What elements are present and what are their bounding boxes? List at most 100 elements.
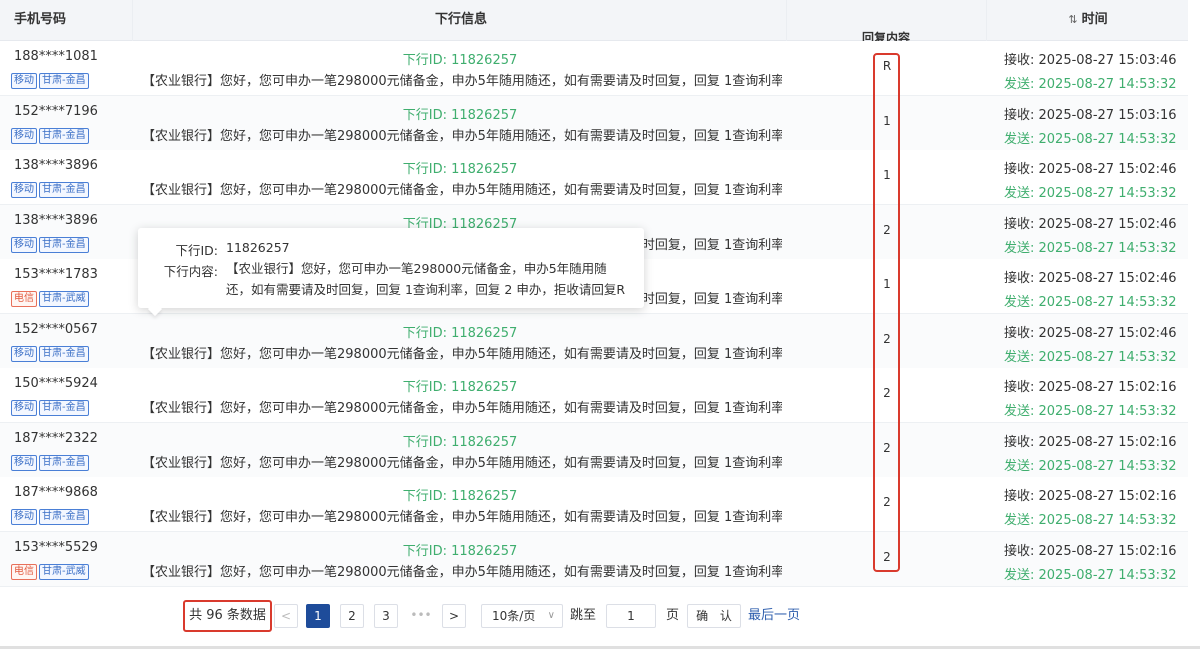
receive-time: 接收: 2025-08-27 15:02:16 xyxy=(1004,434,1177,450)
message-text[interactable]: 【农业银行】您好，您可申办一笔298000元储备金，申办5年随用随还，如有需要请… xyxy=(142,561,782,580)
table-row[interactable]: 150****5924 移动 甘肃-金昌 下行ID: 11826257 【农业银行】您好… xyxy=(0,368,1188,423)
tooltip-content-value: 【农业银行】您好，您可申办一笔298000元储备金，申办5年随用随还，如有需要请… xyxy=(226,261,626,297)
message-id: 下行ID: 11826257 xyxy=(402,325,518,341)
carrier-tag: 移动 xyxy=(11,400,37,416)
receive-time: 接收: 2025-08-27 15:02:46 xyxy=(1004,325,1177,341)
jump-page-input[interactable]: 1 xyxy=(606,604,656,628)
phone-number: 152****7196 xyxy=(14,103,98,119)
region-tag: 甘肃-金昌 xyxy=(39,345,89,362)
tooltip-id-label: 下行ID: xyxy=(175,243,218,258)
message-text[interactable]: 【农业银行】您好，您可申办一笔298000元储备金，申办5年随用随还，如有需要请… xyxy=(142,179,782,198)
chevron-down-icon: ∨ xyxy=(547,610,555,621)
send-time: 发送: 2025-08-27 14:53:32 xyxy=(1004,349,1177,365)
send-time: 发送: 2025-08-27 14:53:32 xyxy=(1004,458,1177,474)
sort-icon[interactable]: ⇅ xyxy=(1068,13,1077,26)
message-id: 下行ID: 11826257 xyxy=(402,162,518,177)
receive-time: 接收: 2025-08-27 15:02:16 xyxy=(1004,489,1177,504)
message-id: 下行ID: 11826257 xyxy=(402,53,518,68)
carrier-tag: 移动 xyxy=(11,127,37,144)
page-size-value: 10条/页 xyxy=(492,609,536,623)
send-time: 发送: 2025-08-27 14:53:32 xyxy=(1004,131,1177,147)
send-time: 发送: 2025-08-27 14:53:32 xyxy=(1004,513,1177,528)
message-id: 下行ID: 11826257 xyxy=(402,380,518,395)
total-count: 共 96 条数据 xyxy=(183,600,272,632)
tag-group: 移动 甘肃-金昌 xyxy=(11,395,91,416)
next-page-button[interactable]: > xyxy=(442,604,466,628)
jump-label: 跳至 xyxy=(570,608,597,623)
carrier-tag: 电信 xyxy=(11,563,37,580)
send-time: 发送: 2025-08-27 14:53:32 xyxy=(1004,186,1177,201)
message-text[interactable]: 【农业银行】您好，您可申办一笔298000元储备金，申办5年随用随还，如有需要请… xyxy=(142,125,782,144)
tooltip-content-label: 下行内容: xyxy=(163,264,218,279)
confirm-button[interactable]: 确 认 xyxy=(687,604,741,628)
carrier-tag: 移动 xyxy=(11,509,37,525)
region-tag: 甘肃-金昌 xyxy=(39,127,89,144)
region-tag: 甘肃-金昌 xyxy=(39,73,89,89)
message-id: 下行ID: 11826257 xyxy=(402,107,518,123)
carrier-tag: 移动 xyxy=(11,182,37,198)
page-size-select[interactable]: 10条/页 ∨ xyxy=(481,604,563,628)
region-tag: 甘肃-武威 xyxy=(39,291,89,307)
prev-page-button[interactable]: < xyxy=(274,604,298,628)
page-ellipsis[interactable]: ••• xyxy=(408,604,434,628)
tag-group: 移动 甘肃-金昌 xyxy=(11,450,91,471)
table-row[interactable]: 138****3896 移动甘肃-金昌 下行ID: 11826257 【农业银行】您好… xyxy=(0,150,1188,205)
table-row[interactable]: 187****9868 移动 甘肃-金昌 下行ID: 11826257 【农业银行】您好… xyxy=(0,477,1188,532)
receive-time: 接收: 2025-08-27 15:02:16 xyxy=(1004,380,1177,395)
message-text[interactable]: 【农业银行】您好，您可申办一笔298000元储备金，申办5年随用随还，如有需要请… xyxy=(142,506,782,525)
page-button-3[interactable]: 3 xyxy=(374,604,398,628)
table-row[interactable]: 152****7196 移动 甘肃-金昌 下行ID: 11826257 【农业银行】您好… xyxy=(0,95,1188,151)
receive-time: 接收: 2025-08-27 15:02:46 xyxy=(1004,271,1177,286)
region-tag: 甘肃-金昌 xyxy=(39,182,89,198)
message-tooltip: 下行ID: 11826257 下行内容: 【农业银行】您好，您可申办一笔2980… xyxy=(138,228,644,317)
table-row[interactable]: 152****0567 移动 甘肃-金昌 下行ID: 11826257 【农业银行】您好… xyxy=(0,313,1188,369)
table-header: 手机号码 下行信息 回复内容 ⇅ 时间 xyxy=(0,0,1188,45)
phone-number: 187****2322 xyxy=(14,430,98,446)
send-time: 发送: 2025-08-27 14:53:32 xyxy=(1004,240,1177,256)
tag-group: 移动 甘肃-金昌 xyxy=(11,341,91,362)
region-tag: 甘肃-武威 xyxy=(39,563,89,580)
table-row[interactable]: 187****2322 移动 甘肃-金昌 下行ID: 11826257 【农业银行】您好… xyxy=(0,422,1188,478)
tag-group: 移动 甘肃-金昌 xyxy=(11,232,91,253)
tag-group: 移动 甘肃-金昌 xyxy=(11,177,91,198)
phone-number: 187****9868 xyxy=(14,485,98,500)
carrier-tag: 移动 xyxy=(11,236,37,253)
header-time-label: 时间 xyxy=(1081,12,1108,27)
phone-number: 138****3896 xyxy=(14,212,98,228)
carrier-tag: 电信 xyxy=(11,291,37,307)
phone-number: 138****3896 xyxy=(14,158,98,173)
message-id: 下行ID: 11826257 xyxy=(402,489,518,504)
message-text[interactable]: 【农业银行】您好，您可申办一笔298000元储备金，申办5年随用随还，如有需要请… xyxy=(142,343,782,362)
pagination: 共 96 条数据 < 1 2 3 ••• > 10条/页 ∨ 跳至 1 页 确 … xyxy=(0,600,1200,634)
tag-group: 移动 甘肃-金昌 xyxy=(11,68,91,89)
reply-highlight-box xyxy=(873,53,900,572)
receive-time: 接收: 2025-08-27 15:02:16 xyxy=(1004,543,1177,559)
phone-number: 152****0567 xyxy=(14,321,98,337)
message-text[interactable]: 【农业银行】您好，您可申办一笔298000元储备金，申办5年随用随还，如有需要请… xyxy=(142,397,782,416)
last-page-link[interactable]: 最后一页 xyxy=(748,604,800,628)
region-tag: 甘肃-金昌 xyxy=(39,400,89,416)
tag-group: 移动 甘肃-金昌 xyxy=(11,504,91,525)
header-time[interactable]: ⇅ 时间 xyxy=(1000,0,1176,40)
page-button-1[interactable]: 1 xyxy=(306,604,330,628)
send-time: 发送: 2025-08-27 14:53:32 xyxy=(1004,295,1177,310)
header-message: 下行信息 xyxy=(434,12,487,27)
phone-number: 150****5924 xyxy=(14,376,98,391)
send-time: 发送: 2025-08-27 14:53:32 xyxy=(1004,404,1177,419)
region-tag: 甘肃-金昌 xyxy=(39,509,89,525)
phone-number: 188****1081 xyxy=(14,49,98,64)
page-button-2[interactable]: 2 xyxy=(340,604,364,628)
receive-time: 接收: 2025-08-27 15:02:46 xyxy=(1004,162,1177,177)
message-text[interactable]: 【农业银行】您好，您可申办一笔298000元储备金，申办5年随用随还，如有需要请… xyxy=(142,70,782,89)
tag-group: 移动 甘肃-金昌 xyxy=(11,123,91,144)
message-id: 下行ID: 11826257 xyxy=(402,543,518,559)
region-tag: 甘肃-金昌 xyxy=(39,236,89,253)
receive-time: 接收: 2025-08-27 15:03:46 xyxy=(1004,53,1177,68)
table-row[interactable]: 153****5529 电信 甘肃-武威 下行ID: 11826257 【农业银行】您好… xyxy=(0,531,1188,587)
message-id: 下行ID: 11826257 xyxy=(402,434,518,450)
message-text[interactable]: 【农业银行】您好，您可申办一笔298000元储备金，申办5年随用随还，如有需要请… xyxy=(142,452,782,471)
table-row[interactable]: 188****1081 移动 甘肃-金昌 下行ID: 11826257 【农业银行】您好… xyxy=(0,41,1188,96)
carrier-tag: 移动 xyxy=(11,454,37,471)
tag-group: 电信 甘肃-武威 xyxy=(11,286,91,307)
region-tag: 甘肃-金昌 xyxy=(39,454,89,471)
